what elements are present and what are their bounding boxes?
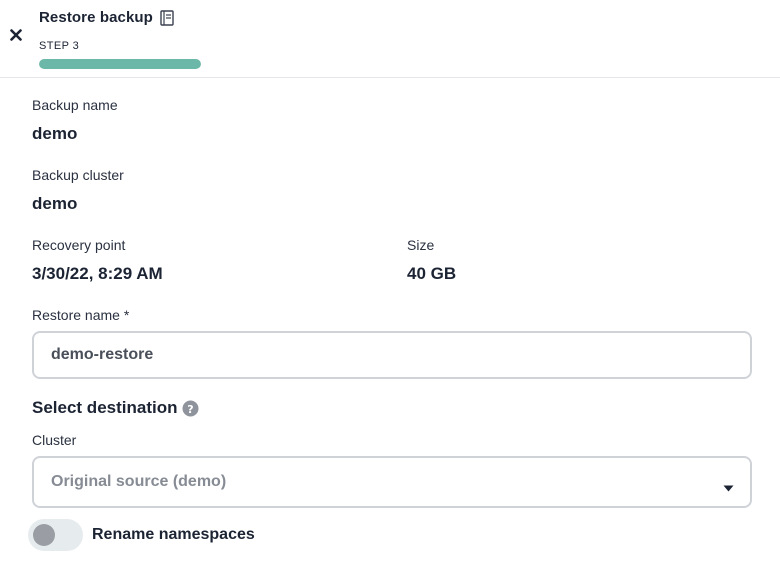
close-button[interactable]	[7, 28, 25, 46]
step-progress-bar	[39, 59, 201, 69]
restore-name-input[interactable]: demo-restore	[32, 331, 752, 379]
backup-cluster-label: Backup cluster	[32, 167, 124, 183]
backup-name-value: demo	[32, 124, 78, 143]
panel-header: Restore backup STEP 3	[0, 0, 780, 78]
help-icon[interactable]: ?	[182, 400, 199, 417]
backup-cluster-value: demo	[32, 194, 78, 213]
title-row: Restore backup	[39, 9, 174, 26]
svg-text:?: ?	[188, 402, 194, 415]
recovery-point-value: 3/30/22, 8:29 AM	[32, 264, 163, 283]
backup-name-label: Backup name	[32, 97, 118, 113]
select-destination-title: Select destination	[32, 398, 178, 417]
restore-backup-panel: Restore backup STEP 3 Backup name demo B…	[0, 0, 780, 583]
restore-name-label: Restore name *	[32, 307, 130, 323]
cluster-select[interactable]: Original source (demo)	[32, 456, 752, 508]
page-title: Restore backup	[39, 9, 153, 26]
size-value: 40 GB	[407, 264, 457, 283]
rename-namespaces-toggle[interactable]	[28, 519, 83, 551]
rename-namespaces-toggle-row[interactable]: Rename namespaces	[28, 519, 255, 551]
step-indicator: STEP 3	[39, 40, 80, 52]
restore-name-input-value: demo-restore	[51, 346, 154, 363]
document-icon[interactable]	[160, 9, 174, 26]
size-label: Size	[407, 237, 435, 253]
select-destination-heading: Select destination ?	[32, 398, 199, 418]
cluster-select-value: Original source (demo)	[51, 473, 227, 490]
toggle-knob	[33, 524, 55, 546]
recovery-point-label: Recovery point	[32, 237, 126, 253]
chevron-down-icon	[723, 479, 734, 497]
step-progress-fill	[39, 59, 201, 69]
close-icon	[10, 28, 22, 46]
cluster-label: Cluster	[32, 432, 77, 448]
rename-namespaces-label: Rename namespaces	[92, 526, 255, 543]
